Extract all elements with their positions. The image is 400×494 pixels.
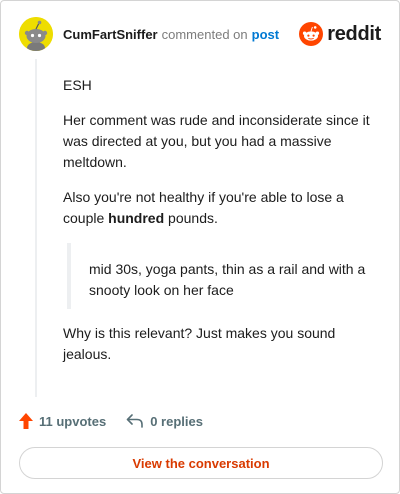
action-text: commented on	[161, 26, 248, 42]
reply-count: 0 replies	[150, 413, 203, 429]
comment-footer: 11 upvotes 0 replies	[19, 411, 203, 431]
upvote-group[interactable]: 11 upvotes	[19, 413, 106, 429]
username-link[interactable]: CumFartSniffer	[63, 27, 158, 42]
view-conversation-button[interactable]: View the conversation	[19, 447, 383, 479]
snoo-avatar-icon	[19, 17, 53, 51]
comment-text: pounds.	[164, 210, 218, 226]
comment-paragraph-1: ESH	[63, 77, 92, 93]
post-link[interactable]: post	[252, 27, 279, 42]
comment-paragraph-3: Also you're not healthy if you're able t…	[63, 187, 383, 229]
reddit-logo-icon	[299, 22, 324, 46]
thread-line	[35, 59, 37, 397]
comment-paragraph-2: Her comment was rude and inconsiderate s…	[63, 112, 370, 170]
header-text: CumFartSniffer commented on post	[63, 27, 279, 42]
comment-body: ESH Her comment was rude and inconsidera…	[63, 75, 383, 379]
comment-header: CumFartSniffer commented on post reddit	[19, 17, 381, 51]
upvote-arrow-icon	[19, 413, 33, 429]
bold-text: hundred	[108, 210, 165, 226]
user-avatar[interactable]	[19, 17, 53, 51]
comment-paragraph-4: Why is this relevant? Just makes you sou…	[63, 325, 336, 362]
embed-card: CumFartSniffer commented on post reddit …	[0, 0, 400, 494]
reddit-wordmark: reddit	[327, 22, 381, 45]
upvote-count: 11 upvotes	[39, 413, 107, 429]
blockquote: mid 30s, yoga pants, thin as a rail and …	[67, 243, 383, 309]
replies-group[interactable]: 0 replies	[126, 413, 203, 429]
quote-text: mid 30s, yoga pants, thin as a rail and …	[89, 261, 366, 298]
reddit-brand[interactable]: reddit	[299, 22, 381, 46]
reply-arrow-icon	[126, 414, 144, 428]
